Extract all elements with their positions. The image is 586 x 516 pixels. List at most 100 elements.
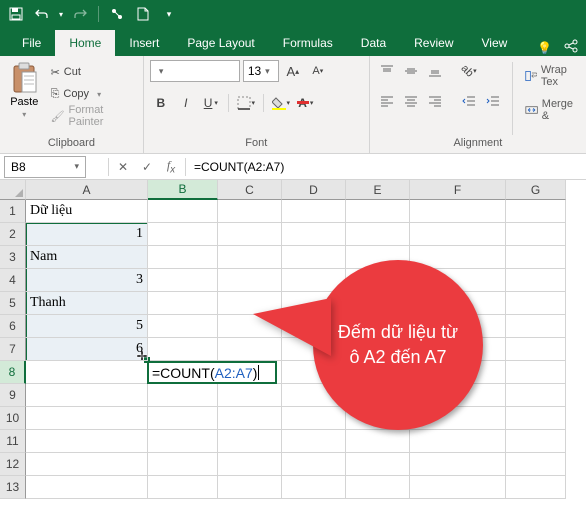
cell-c4[interactable] bbox=[218, 269, 282, 292]
new-file-button[interactable] bbox=[131, 2, 155, 26]
cell-d12[interactable] bbox=[282, 453, 346, 476]
row-header-5[interactable]: 5 bbox=[0, 292, 26, 315]
format-painter-button[interactable]: 🖌 Format Painter bbox=[47, 106, 137, 126]
cell-g8[interactable] bbox=[506, 361, 566, 384]
italic-button[interactable]: I bbox=[175, 92, 197, 114]
tab-home[interactable]: Home bbox=[55, 30, 115, 56]
cell-g3[interactable] bbox=[506, 246, 566, 269]
bold-button[interactable]: B bbox=[150, 92, 172, 114]
enter-formula-button[interactable]: ✓ bbox=[135, 156, 159, 178]
col-header-b[interactable]: B bbox=[148, 180, 218, 200]
cell-e1[interactable] bbox=[346, 200, 410, 223]
align-right-button[interactable] bbox=[424, 90, 446, 112]
underline-button[interactable]: U▾ bbox=[200, 92, 222, 114]
cell-c9[interactable] bbox=[218, 384, 282, 407]
cell-g7[interactable] bbox=[506, 338, 566, 361]
cell-c2[interactable] bbox=[218, 223, 282, 246]
cell-c13[interactable] bbox=[218, 476, 282, 499]
tell-me-icon[interactable]: 💡 bbox=[537, 41, 552, 55]
cell-b7[interactable] bbox=[148, 338, 218, 361]
cell-g6[interactable] bbox=[506, 315, 566, 338]
row-header-6[interactable]: 6 bbox=[0, 315, 26, 338]
cell-a10[interactable] bbox=[26, 407, 148, 430]
row-header-8[interactable]: 8 bbox=[0, 361, 26, 384]
cell-c12[interactable] bbox=[218, 453, 282, 476]
grow-font-button[interactable]: A▴ bbox=[282, 60, 304, 82]
cell-b6[interactable] bbox=[148, 315, 218, 338]
cell-b2[interactable] bbox=[148, 223, 218, 246]
row-header-12[interactable]: 12 bbox=[0, 453, 26, 476]
col-header-f[interactable]: F bbox=[410, 180, 506, 200]
tab-page-layout[interactable]: Page Layout bbox=[173, 30, 268, 56]
cell-c10[interactable] bbox=[218, 407, 282, 430]
row-header-4[interactable]: 4 bbox=[0, 269, 26, 292]
touch-mode-button[interactable] bbox=[105, 2, 129, 26]
paste-button[interactable]: Paste ▾ bbox=[6, 60, 43, 137]
cell-a12[interactable] bbox=[26, 453, 148, 476]
align-left-button[interactable] bbox=[376, 90, 398, 112]
col-header-d[interactable]: D bbox=[282, 180, 346, 200]
row-header-2[interactable]: 2 bbox=[0, 223, 26, 246]
cancel-formula-button[interactable]: ✕ bbox=[111, 156, 135, 178]
cell-g11[interactable] bbox=[506, 430, 566, 453]
cell-a8[interactable] bbox=[26, 361, 148, 384]
cell-d1[interactable] bbox=[282, 200, 346, 223]
cell-c11[interactable] bbox=[218, 430, 282, 453]
cell-a6[interactable]: 5 bbox=[26, 315, 148, 338]
save-button[interactable] bbox=[4, 2, 28, 26]
align-middle-button[interactable] bbox=[400, 60, 422, 82]
cell-b13[interactable] bbox=[148, 476, 218, 499]
cut-button[interactable]: ✂ Cut bbox=[47, 62, 137, 82]
shrink-font-button[interactable]: A▾ bbox=[307, 60, 329, 82]
share-icon[interactable] bbox=[564, 39, 578, 56]
cell-a9[interactable] bbox=[26, 384, 148, 407]
row-header-13[interactable]: 13 bbox=[0, 476, 26, 499]
cell-a13[interactable] bbox=[26, 476, 148, 499]
border-button[interactable]: ▾ bbox=[235, 92, 257, 114]
row-header-3[interactable]: 3 bbox=[0, 246, 26, 269]
cell-e11[interactable] bbox=[346, 430, 410, 453]
orientation-button[interactable]: ab▾ bbox=[458, 60, 480, 82]
cell-b12[interactable] bbox=[148, 453, 218, 476]
col-header-c[interactable]: C bbox=[218, 180, 282, 200]
cell-d13[interactable] bbox=[282, 476, 346, 499]
editing-cell-b8[interactable]: =COUNT(A2:A7) bbox=[147, 361, 277, 384]
col-header-g[interactable]: G bbox=[506, 180, 566, 200]
cell-f2[interactable] bbox=[410, 223, 506, 246]
cell-f11[interactable] bbox=[410, 430, 506, 453]
cell-c1[interactable] bbox=[218, 200, 282, 223]
align-bottom-button[interactable] bbox=[424, 60, 446, 82]
align-top-button[interactable] bbox=[376, 60, 398, 82]
tab-view[interactable]: View bbox=[468, 30, 522, 56]
font-color-button[interactable]: A▾ bbox=[295, 92, 317, 114]
undo-button[interactable] bbox=[30, 2, 54, 26]
cell-e2[interactable] bbox=[346, 223, 410, 246]
cell-g2[interactable] bbox=[506, 223, 566, 246]
tab-file[interactable]: File bbox=[8, 30, 55, 56]
cell-b11[interactable] bbox=[148, 430, 218, 453]
redo-button[interactable] bbox=[68, 2, 92, 26]
cell-b10[interactable] bbox=[148, 407, 218, 430]
tab-formulas[interactable]: Formulas bbox=[269, 30, 347, 56]
cell-f12[interactable] bbox=[410, 453, 506, 476]
undo-dropdown[interactable]: ▾ bbox=[56, 2, 66, 26]
cell-f13[interactable] bbox=[410, 476, 506, 499]
cell-b9[interactable] bbox=[148, 384, 218, 407]
cell-a2[interactable]: 1 bbox=[26, 223, 148, 246]
cell-b1[interactable] bbox=[148, 200, 218, 223]
cell-e13[interactable] bbox=[346, 476, 410, 499]
wrap-text-button[interactable]: Wrap Tex bbox=[521, 62, 580, 90]
formula-bar-input[interactable]: =COUNT(A2:A7) bbox=[188, 160, 586, 174]
col-header-e[interactable]: E bbox=[346, 180, 410, 200]
font-size-dropdown[interactable]: 13 ▾ bbox=[243, 60, 279, 82]
cell-g13[interactable] bbox=[506, 476, 566, 499]
cell-f1[interactable] bbox=[410, 200, 506, 223]
row-header-7[interactable]: 7 bbox=[0, 338, 26, 361]
tab-insert[interactable]: Insert bbox=[115, 30, 173, 56]
cell-g4[interactable] bbox=[506, 269, 566, 292]
name-box[interactable]: B8 ▾ bbox=[4, 156, 86, 178]
cell-b3[interactable] bbox=[148, 246, 218, 269]
cell-d11[interactable] bbox=[282, 430, 346, 453]
row-header-1[interactable]: 1 bbox=[0, 200, 26, 223]
copy-button[interactable]: ⎘ Copy ▾ bbox=[47, 84, 137, 104]
